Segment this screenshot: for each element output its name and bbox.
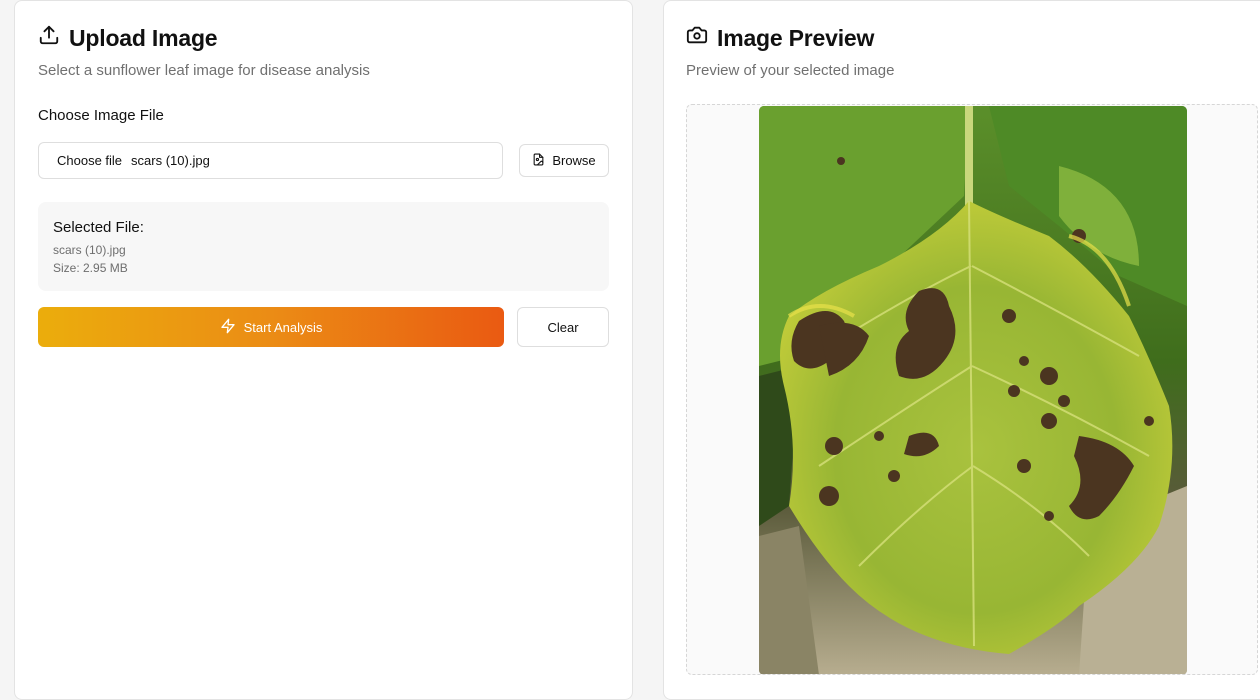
file-input[interactable]: Choose file scars (10).jpg: [38, 142, 503, 179]
browse-button-label: Browse: [552, 153, 596, 168]
preview-frame: [686, 104, 1258, 675]
zap-icon: [220, 318, 236, 337]
choose-file-button[interactable]: Choose file: [57, 153, 122, 168]
selected-file-name: scars (10).jpg: [53, 243, 126, 257]
file-field-label: Choose Image File: [38, 107, 164, 124]
camera-icon: [686, 24, 708, 52]
preview-card: Image Preview Preview of your selected i…: [663, 0, 1260, 700]
preview-card-title: Image Preview: [686, 24, 874, 52]
preview-card-description: Preview of your selected image: [686, 62, 895, 79]
selected-file-panel: Selected File: scars (10).jpg Size: 2.95…: [38, 202, 609, 291]
start-analysis-label: Start Analysis: [243, 319, 323, 335]
upload-card-title: Upload Image: [38, 24, 218, 52]
preview-card-title-text: Image Preview: [717, 24, 875, 51]
upload-icon: [38, 24, 60, 52]
browse-button[interactable]: Browse: [519, 144, 609, 177]
upload-card-title-text: Upload Image: [69, 24, 218, 51]
leaf-preview-image: [759, 106, 1187, 674]
selected-file-heading: Selected File:: [53, 219, 144, 236]
file-input-value: scars (10).jpg: [131, 153, 210, 168]
selected-file-size: Size: 2.95 MB: [53, 261, 128, 275]
start-analysis-button[interactable]: Start Analysis: [38, 307, 504, 347]
clear-button[interactable]: Clear: [517, 307, 609, 347]
upload-card: Upload Image Select a sunflower leaf ima…: [14, 0, 633, 700]
file-image-icon: [532, 153, 545, 169]
upload-card-description: Select a sunflower leaf image for diseas…: [38, 62, 370, 79]
